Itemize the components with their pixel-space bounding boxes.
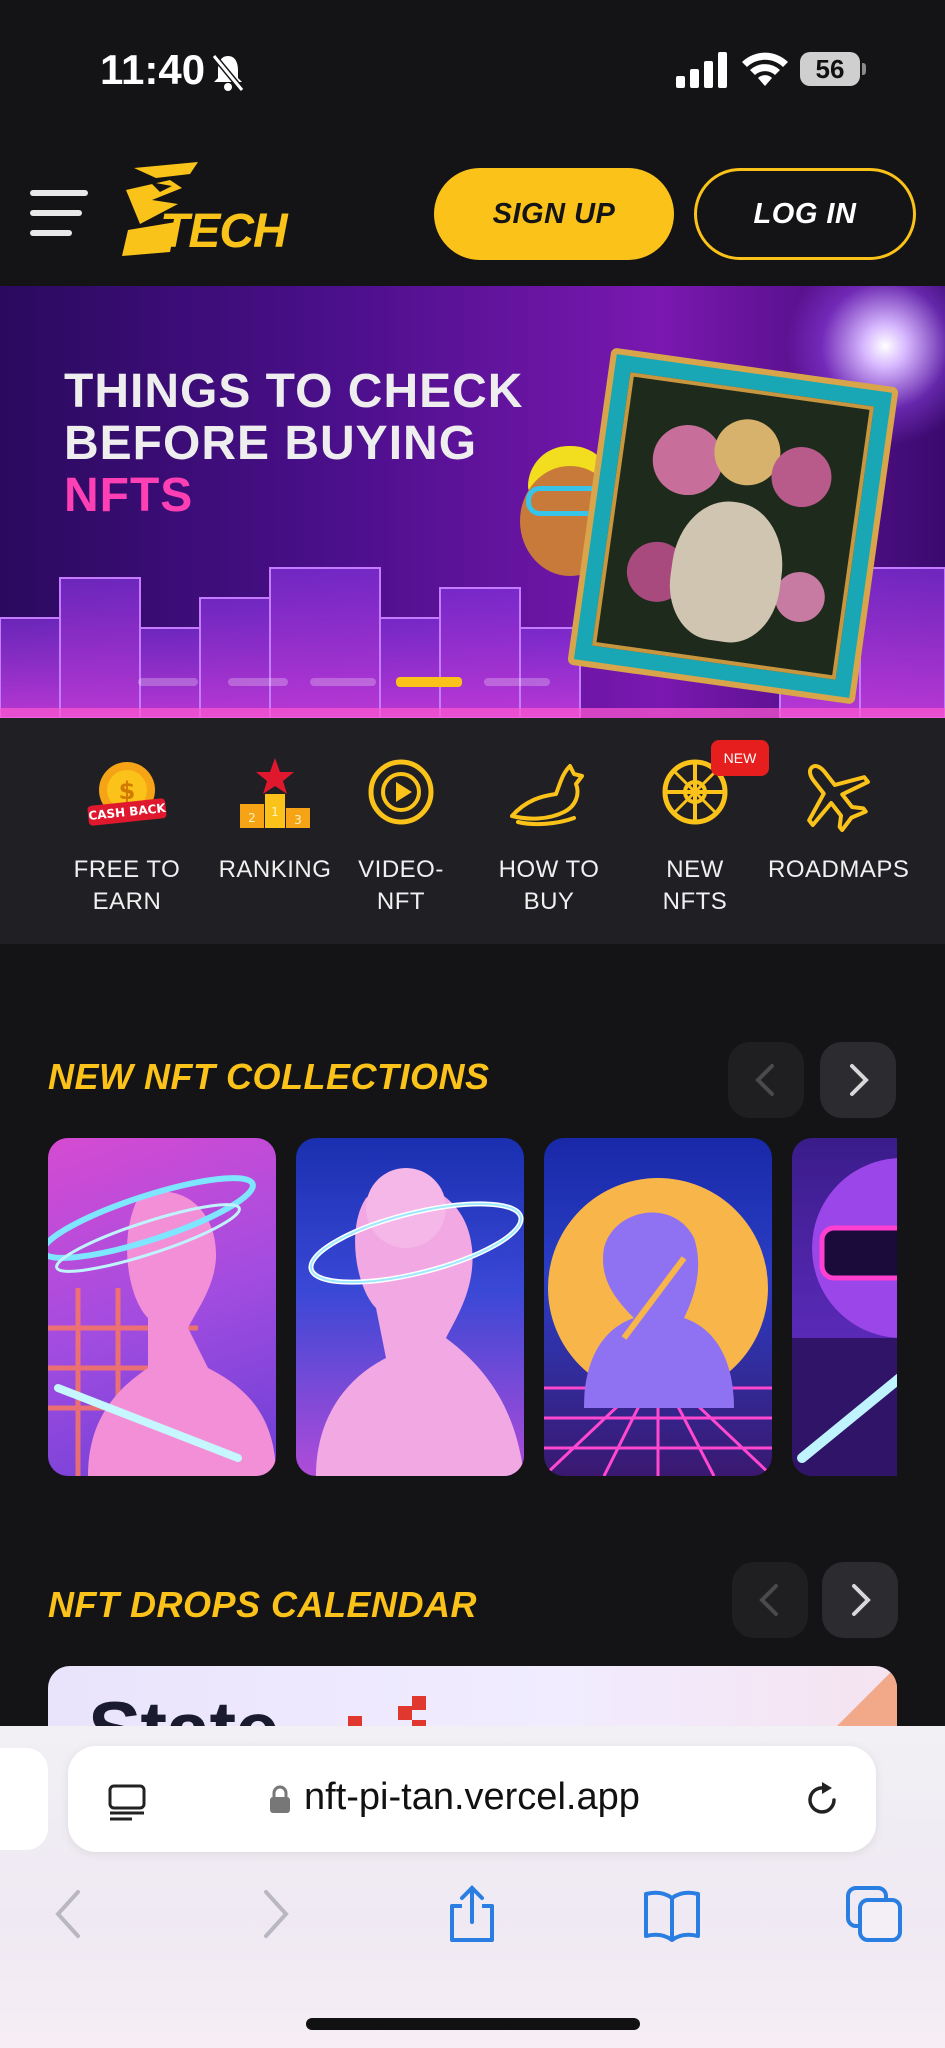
chevron-right-icon (852, 1584, 871, 1616)
forward-icon[interactable] (244, 1884, 304, 1944)
banner-pagination (0, 677, 945, 690)
svg-text:2: 2 (248, 811, 256, 825)
bell-muted-icon (211, 54, 245, 92)
category-nav: $ CASH BACK FREE TO EARN 2 1 3 RANKING V… (0, 718, 945, 944)
category-label-line: NEW (666, 856, 724, 883)
category-label-line: BUY (523, 888, 575, 915)
sign-up-button[interactable]: SIGN UP (434, 168, 674, 260)
collection-card[interactable] (792, 1138, 897, 1476)
pager-dot[interactable] (310, 678, 376, 686)
chevron-left-icon (755, 1064, 774, 1096)
pager-dot[interactable] (228, 678, 288, 686)
browser-chrome: nft-pi-tan.vercel.app (0, 1726, 945, 2048)
avatar-artwork (792, 1158, 897, 1476)
banner-line-3: NFTS (64, 469, 194, 522)
svg-text:1: 1 (271, 805, 279, 819)
home-indicator (306, 2018, 640, 2030)
collections-next-button[interactable] (820, 1042, 896, 1118)
status-bar: 11:40 56 (0, 0, 945, 120)
url-text: nft-pi-tan.vercel.app (304, 1776, 640, 1818)
previous-tab-peek[interactable] (0, 1748, 48, 1850)
drops-title: NFT DROPS CALENDAR (48, 1584, 477, 1625)
collections-carousel (48, 1138, 897, 1476)
tabs-icon[interactable] (844, 1884, 904, 1944)
back-icon[interactable] (40, 1884, 100, 1944)
collection-card[interactable] (48, 1138, 276, 1476)
category-label-line: NFTS (662, 888, 728, 915)
logo-text: TECH (160, 205, 288, 258)
banner-line-1: THINGS TO CHECK (64, 365, 524, 418)
new-badge: NEW (711, 740, 769, 776)
address-bar[interactable]: nft-pi-tan.vercel.app (68, 1746, 876, 1852)
site-header: TECH SIGN UP LOG IN (0, 120, 945, 286)
category-label-line: RANKING (218, 856, 332, 883)
airplane-icon (807, 764, 870, 833)
log-in-button[interactable]: LOG IN (694, 168, 916, 260)
category-free-to-earn[interactable]: $ CASH BACK FREE TO EARN (62, 754, 192, 918)
banner-headline: THINGS TO CHECK BEFORE BUYING NFTS (64, 366, 523, 522)
category-label-line: ROADMAPS (768, 856, 910, 883)
cashback-icon: $ CASH BACK (87, 762, 167, 826)
share-icon[interactable] (442, 1884, 502, 1944)
play-circle-icon (368, 759, 434, 825)
category-label-line: HOW TO (498, 856, 600, 883)
statue-artwork (48, 1175, 276, 1476)
drops-prev-button[interactable] (732, 1562, 808, 1638)
wifi-icon (742, 52, 788, 86)
chevron-left-icon (759, 1584, 778, 1616)
page-settings-icon[interactable] (106, 1782, 148, 1822)
svg-text:$: $ (119, 777, 136, 805)
category-label-line: NFT (376, 888, 426, 915)
category-roadmaps[interactable]: ROADMAPS (768, 754, 910, 886)
battery-level: 56 (815, 54, 845, 84)
horse-icon (510, 764, 584, 827)
battery-icon: 56 (800, 52, 866, 86)
category-label-line: FREE TO (73, 856, 181, 883)
pager-dot-active[interactable] (396, 677, 462, 687)
collections-title: NEW NFT COLLECTIONS (48, 1056, 490, 1097)
category-ranking[interactable]: 2 1 3 RANKING (210, 754, 340, 886)
collection-card[interactable] (544, 1138, 772, 1476)
svg-text:3: 3 (294, 813, 302, 827)
category-new-nfts[interactable]: NEW NFTS (630, 754, 760, 918)
category-label-line: VIDEO- (358, 856, 444, 883)
category-label-line: EARN (92, 888, 162, 915)
category-how-to-buy[interactable]: HOW TO BUY (484, 754, 614, 918)
collections-prev-button[interactable] (728, 1042, 804, 1118)
statue-frame-image (567, 347, 899, 705)
collection-card[interactable] (296, 1138, 524, 1476)
hero-banner[interactable]: THINGS TO CHECK BEFORE BUYING NFTS (0, 286, 945, 718)
hamburger-menu-icon[interactable] (30, 190, 88, 236)
status-time: 11:40 (100, 46, 206, 93)
statue-artwork (544, 1178, 772, 1476)
signal-icon (676, 52, 727, 88)
reload-icon[interactable] (802, 1780, 842, 1820)
pager-dot[interactable] (138, 678, 198, 686)
statue-artwork (308, 1168, 524, 1476)
banner-line-2: BEFORE BUYING (64, 417, 478, 470)
podium-icon: 2 1 3 (240, 758, 310, 828)
category-video-nft[interactable]: VIDEO- NFT (336, 754, 466, 918)
decorative-shape (837, 1666, 897, 1726)
bookmarks-icon[interactable] (642, 1884, 702, 1944)
lock-icon (270, 1785, 290, 1813)
pager-dot[interactable] (484, 678, 550, 686)
site-logo[interactable]: TECH (120, 160, 310, 260)
chevron-right-icon (850, 1064, 869, 1096)
drops-next-button[interactable] (822, 1562, 898, 1638)
